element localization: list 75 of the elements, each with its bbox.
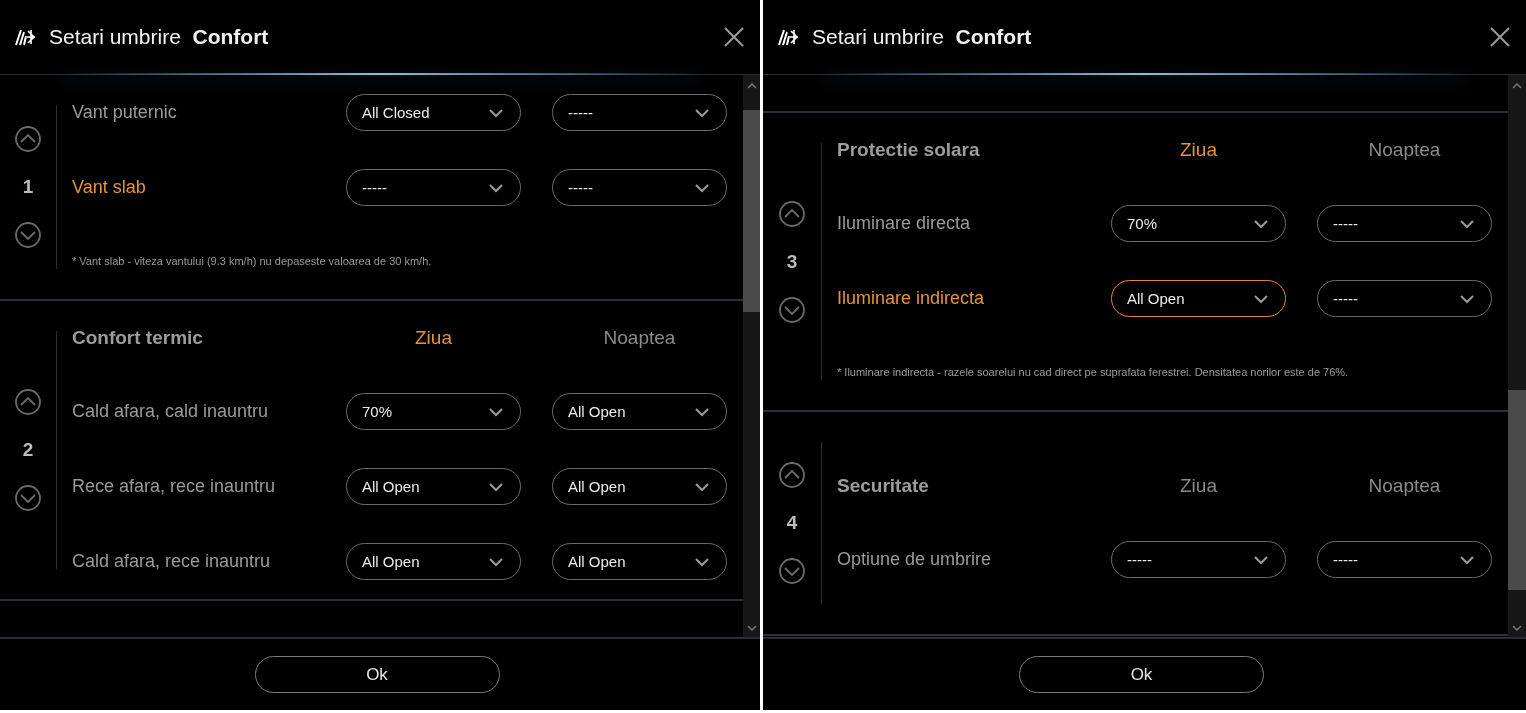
chevron-down-icon [694, 481, 710, 492]
dropdown[interactable]: All Open [552, 393, 727, 430]
dropdown[interactable]: All Open [346, 468, 521, 505]
section-title: Securitate [837, 474, 930, 497]
ok-button[interactable]: Ok [1019, 656, 1264, 693]
setting-label: Iluminare directa [837, 213, 972, 234]
chevron-down-icon [488, 406, 504, 417]
column-header: Ziua [1179, 474, 1218, 497]
dialog-title: Setari umbrire Confort [49, 25, 269, 49]
dropdown[interactable]: All Open [552, 468, 727, 505]
chevron-down-icon [1459, 293, 1475, 304]
chevron-down-circle-icon[interactable] [779, 558, 805, 584]
chevron-down-icon [1253, 554, 1269, 565]
dropdown[interactable]: ----- [346, 169, 521, 206]
setting-label: Optiune de umbrire [837, 549, 993, 570]
chevron-up-circle-icon[interactable] [779, 200, 805, 227]
chevron-up-circle-icon[interactable] [15, 389, 41, 415]
section-title: Confort termic [72, 326, 204, 349]
column-header: Noaptea [602, 326, 677, 349]
chevron-down-icon [1253, 218, 1269, 229]
chevron-up-circle-icon[interactable] [779, 462, 805, 488]
section-title: Protectie solara [837, 138, 981, 161]
setting-label: Vant puternic [72, 102, 178, 123]
chevron-down-icon [1459, 554, 1475, 565]
scrollbar[interactable] [743, 75, 760, 637]
chevron-down-circle-icon[interactable] [779, 296, 805, 323]
dropdown[interactable]: ----- [552, 169, 727, 206]
chevron-down-icon [694, 107, 710, 118]
dropdown[interactable]: ----- [1317, 205, 1492, 242]
chevron-down-circle-icon[interactable] [15, 222, 41, 248]
setting-label: Cald afara, cald inauntru [72, 401, 270, 422]
scrollbar-thumb[interactable] [1508, 390, 1526, 590]
dropdown[interactable]: 70% [1111, 205, 1286, 242]
close-icon[interactable] [724, 27, 744, 47]
column-header: Noaptea [1367, 474, 1442, 497]
close-icon[interactable] [1490, 27, 1510, 47]
chevron-down-icon [1459, 218, 1475, 229]
chevron-down-icon [694, 406, 710, 417]
scrollbar-thumb[interactable] [743, 110, 760, 312]
section-number: 4 [786, 512, 798, 534]
setting-label: Vant slab [72, 177, 147, 198]
setting-label: Iluminare indirecta [837, 288, 986, 309]
column-header: Noaptea [1367, 138, 1442, 161]
chevron-down-circle-icon[interactable] [15, 485, 41, 511]
section-number: 2 [22, 439, 34, 461]
dialog-title: Setari umbrire Confort [812, 25, 1032, 49]
footnote: * Iluminare indirecta - razele soarelui nu cad direct pe suprafata ferestrei. Densitatea norilor este de 76%. [837, 366, 1350, 378]
column-header: Ziua [414, 326, 453, 349]
section-number: 3 [786, 250, 798, 273]
setting-label: Rece afara, rece inauntru [72, 476, 277, 497]
section-number: 1 [22, 176, 34, 198]
setting-label: Cald afara, rece inauntru [72, 551, 272, 572]
chevron-down-icon [488, 556, 504, 567]
chevron-down-icon [488, 107, 504, 118]
ok-button[interactable]: Ok [254, 656, 500, 693]
dropdown[interactable]: ----- [552, 94, 727, 131]
dropdown[interactable]: ----- [1317, 541, 1492, 578]
chevron-down-icon [694, 182, 710, 193]
dropdown[interactable]: 70% [346, 393, 521, 430]
chevron-down-icon [488, 481, 504, 492]
chevron-down-icon [694, 556, 710, 567]
dropdown[interactable]: All Open [552, 543, 727, 580]
chevron-up-circle-icon[interactable] [15, 126, 41, 152]
footnote: * Vant slab - viteza vantului (9.3 km/h) nu depaseste valoarea de 30 km/h. [72, 255, 433, 267]
dropdown[interactable]: ----- [1111, 541, 1286, 578]
dropdown[interactable]: All Open [346, 543, 521, 580]
logo-icon [14, 27, 36, 47]
dropdown[interactable]: All Closed [346, 94, 521, 131]
chevron-down-icon [1253, 293, 1269, 304]
logo-icon [777, 27, 799, 47]
column-header: Ziua [1179, 138, 1218, 161]
dropdown[interactable]: All Open [1111, 280, 1286, 317]
dropdown[interactable]: ----- [1317, 280, 1492, 317]
scrollbar[interactable] [1508, 75, 1526, 637]
chevron-down-icon [488, 182, 504, 193]
